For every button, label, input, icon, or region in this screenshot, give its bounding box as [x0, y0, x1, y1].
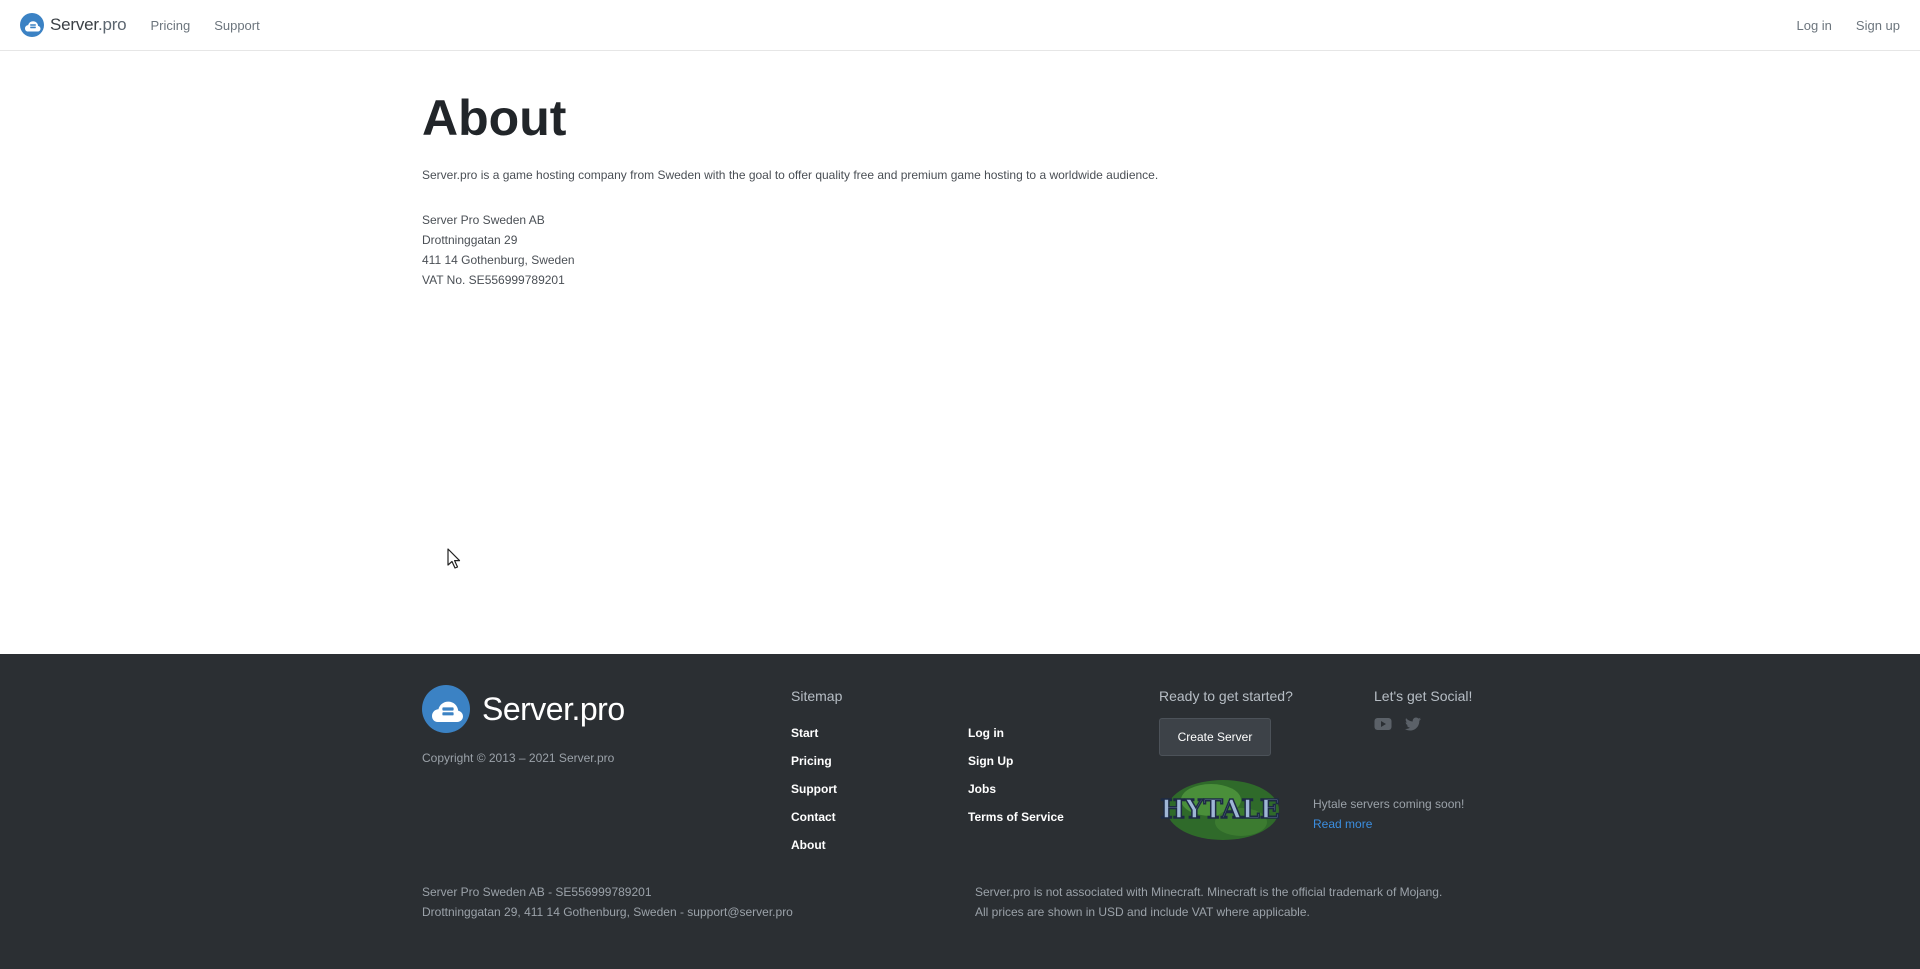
- footer-disclaimer: Server.pro is not associated with Minecr…: [975, 882, 1442, 922]
- footer-disclaimer-line-1: Server.pro is not associated with Minecr…: [975, 885, 1443, 899]
- about-content: About Server.pro is a game hosting compa…: [422, 88, 1502, 290]
- twitter-icon[interactable]: [1404, 716, 1422, 732]
- social-heading: Let's get Social!: [1374, 688, 1473, 704]
- copyright-text: Copyright © 2013 – 2021 Server.pro: [422, 751, 615, 765]
- footer-company-info: Server Pro Sweden AB - SE556999789201 Dr…: [422, 882, 793, 922]
- brand-name: Server.pro: [50, 15, 127, 34]
- login-link[interactable]: Log in: [1796, 18, 1831, 33]
- sitemap-column-2: Log in Sign Up Jobs Terms of Service: [968, 719, 1064, 831]
- address-city: 411 14 Gothenburg, Sweden: [422, 253, 575, 267]
- sitemap-heading: Sitemap: [791, 688, 843, 704]
- site-footer: Server.pro Copyright © 2013 – 2021 Serve…: [0, 654, 1920, 969]
- sitemap-column-1: Start Pricing Support Contact About: [791, 719, 837, 859]
- footer-link-jobs[interactable]: Jobs: [968, 775, 1064, 803]
- footer-link-contact[interactable]: Contact: [791, 803, 837, 831]
- footer-company-line-2: Drottninggatan 29, 411 14 Gothenburg, Sw…: [422, 905, 793, 919]
- nav-link-pricing[interactable]: Pricing: [150, 18, 190, 33]
- hytale-promo: Hytale servers coming soon! Read more: [1313, 794, 1464, 834]
- footer-link-about[interactable]: About: [791, 831, 837, 859]
- mouse-cursor-icon: [447, 548, 461, 569]
- ready-heading: Ready to get started?: [1159, 688, 1293, 704]
- auth-links: Log in Sign up: [1796, 18, 1900, 33]
- hytale-promo-text: Hytale servers coming soon!: [1313, 797, 1465, 811]
- create-server-button[interactable]: Create Server: [1159, 718, 1271, 756]
- about-intro: Server.pro is a game hosting company fro…: [422, 168, 1159, 182]
- footer-brand-name: Server.pro: [482, 690, 625, 727]
- footer-link-start[interactable]: Start: [791, 719, 837, 747]
- footer-link-support[interactable]: Support: [791, 775, 837, 803]
- footer-company-line-1: Server Pro Sweden AB - SE556999789201: [422, 885, 652, 899]
- brand-logo[interactable]: Server.pro: [20, 13, 127, 37]
- footer-link-pricing[interactable]: Pricing: [791, 747, 837, 775]
- footer-link-login[interactable]: Log in: [968, 719, 1064, 747]
- server-pro-logo-icon: [20, 13, 44, 37]
- page-title: About: [422, 90, 567, 146]
- footer-disclaimer-line-2: All prices are shown in USD and include …: [975, 905, 1310, 919]
- hytale-logo-text: HYTALE: [1160, 795, 1279, 825]
- read-more-link[interactable]: Read more: [1313, 814, 1464, 834]
- signup-link[interactable]: Sign up: [1856, 18, 1900, 33]
- main-nav: Pricing Support: [150, 18, 259, 33]
- footer-brand-logo[interactable]: Server.pro: [422, 685, 625, 733]
- top-navbar: Server.pro Pricing Support Log in Sign u…: [0, 0, 1920, 51]
- address-vat: VAT No. SE556999789201: [422, 273, 565, 287]
- address-company-name: Server Pro Sweden AB: [422, 213, 545, 227]
- footer-link-signup[interactable]: Sign Up: [968, 747, 1064, 775]
- youtube-icon[interactable]: [1374, 716, 1392, 732]
- hytale-logo[interactable]: HYTALE: [1159, 778, 1281, 842]
- footer-link-terms[interactable]: Terms of Service: [968, 803, 1064, 831]
- nav-link-support[interactable]: Support: [214, 18, 260, 33]
- server-pro-logo-icon: [422, 685, 470, 733]
- address-street: Drottninggatan 29: [422, 233, 518, 247]
- social-links: [1374, 716, 1422, 732]
- company-address: Server Pro Sweden AB Drottninggatan 29 4…: [422, 210, 1502, 290]
